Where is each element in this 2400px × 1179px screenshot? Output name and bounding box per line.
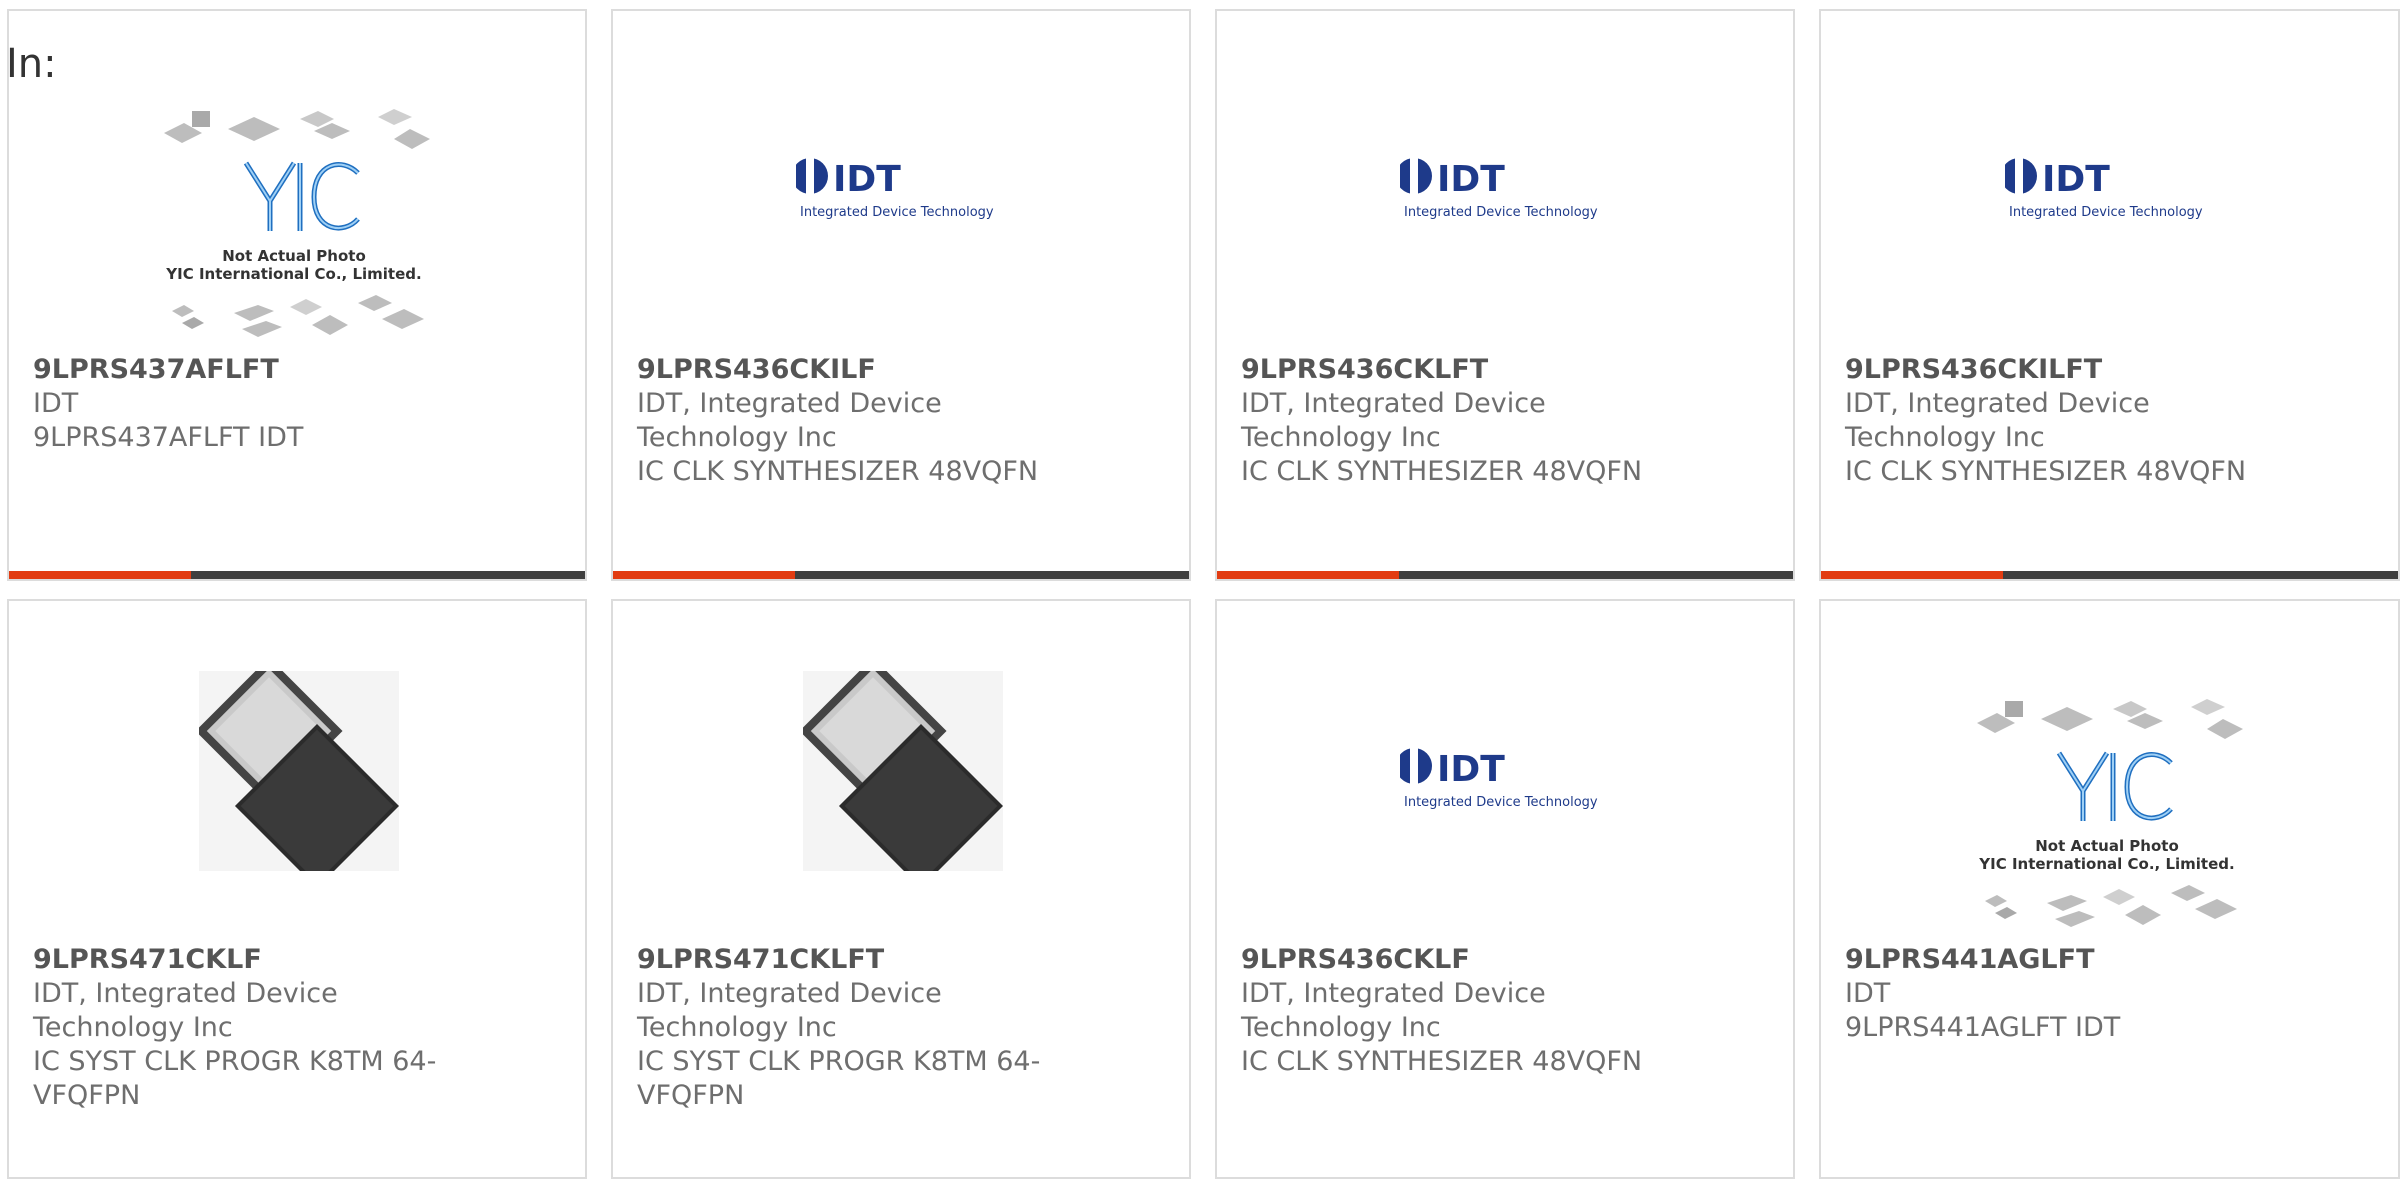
product-image[interactable] [9,601,585,946]
product-info: 9LPRS436CKLF IDT, Integrated Device Tech… [1241,943,1681,1079]
description-text: 9LPRS437AFLFT IDT [33,422,304,453]
card-accent-bar [613,571,795,579]
idt-logo-subtitle: Integrated Device Technology [1404,205,1598,220]
product-card[interactable]: IDT Integrated Device Technology 9LPRS43… [611,9,1191,581]
qfn-chip-image [803,671,1003,871]
product-image[interactable]: IDT Integrated Device Technology [1217,601,1793,946]
product-card[interactable]: Not Actual Photo YIC International Co., … [7,9,587,581]
manufacturer-text: IDT, Integrated Device Technology Inc [1241,978,1546,1043]
product-info: 9LPRS436CKLFT IDT, Integrated Device Tec… [1241,353,1681,489]
description-text: IC CLK SYNTHESIZER 48VQFN [1241,1046,1643,1077]
idt-logo-text: IDT [2042,159,2110,200]
qfn-chip-image [199,671,399,871]
product-info: 9LPRS441AGLFT IDT 9LPRS441AGLFT IDT [1845,943,2285,1045]
yic-placeholder-image: Not Actual Photo YIC International Co., … [1976,699,2243,927]
product-card[interactable]: 9LPRS471CKLF IDT, Integrated Device Tech… [7,599,587,1179]
yic-caption-line2: YIC International Co., Limited. [165,265,421,283]
description-text: 9LPRS441AGLFT IDT [1845,1012,2121,1043]
part-number-link[interactable]: 9LPRS436CKILF [637,353,1077,387]
idt-logo-image: IDT Integrated Device Technology [2004,158,2203,220]
idt-logo-image: IDT Integrated Device Technology [1400,748,1598,810]
description-text: IC CLK SYNTHESIZER 48VQFN [1241,456,1643,487]
description-text: IC SYST CLK PROGR K8TM 64-VFQFPN [637,1046,1041,1111]
manufacturer-text: IDT [1845,978,1891,1009]
part-number-link[interactable]: 9LPRS436CKILFT [1845,353,2285,387]
card-bottom-bar [9,571,585,579]
manufacturer-text: IDT, Integrated Device Technology Inc [1241,388,1546,453]
card-accent-bar [1217,571,1399,579]
manufacturer-text: IDT, Integrated Device Technology Inc [1845,388,2150,453]
yic-caption-line2: YIC International Co., Limited. [1978,855,2234,873]
idt-logo-image: IDT Integrated Device Technology [796,158,994,220]
product-info: 9LPRS471CKLF IDT, Integrated Device Tech… [33,943,473,1113]
yic-caption-line1: Not Actual Photo [222,247,366,265]
idt-logo-subtitle: Integrated Device Technology [1404,795,1598,810]
part-number-link[interactable]: 9LPRS441AGLFT [1845,943,2285,977]
product-card[interactable]: IDT Integrated Device Technology 9LPRS43… [1215,599,1795,1179]
part-number-link[interactable]: 9LPRS471CKLFT [637,943,1077,977]
part-number-link[interactable]: 9LPRS436CKLFT [1241,353,1681,387]
product-image[interactable] [613,601,1189,946]
product-info: 9LPRS436CKILFT IDT, Integrated Device Te… [1845,353,2285,489]
card-bottom-bar [613,571,1189,579]
product-image[interactable]: Not Actual Photo YIC International Co., … [1821,601,2398,946]
product-info: 9LPRS471CKLFT IDT, Integrated Device Tec… [637,943,1077,1113]
idt-logo-image: IDT Integrated Device Technology [1400,158,1598,220]
card-accent-bar [1821,571,2003,579]
yic-placeholder-image: Not Actual Photo YIC International Co., … [164,109,430,337]
manufacturer-text: IDT [33,388,79,419]
manufacturer-text: IDT, Integrated Device Technology Inc [637,388,942,453]
product-card[interactable]: IDT Integrated Device Technology 9LPRS43… [1215,9,1795,581]
part-number-link[interactable]: 9LPRS436CKLF [1241,943,1681,977]
idt-logo-subtitle: Integrated Device Technology [2009,205,2203,220]
product-card[interactable]: IDT Integrated Device Technology 9LPRS43… [1819,9,2400,581]
product-card[interactable]: 9LPRS471CKLFT IDT, Integrated Device Tec… [611,599,1191,1179]
product-image[interactable]: IDT Integrated Device Technology [1217,11,1793,356]
description-text: IC CLK SYNTHESIZER 48VQFN [637,456,1039,487]
product-image[interactable]: IDT Integrated Device Technology [1821,11,2398,356]
description-text: IC CLK SYNTHESIZER 48VQFN [1845,456,2247,487]
manufacturer-text: IDT, Integrated Device Technology Inc [637,978,942,1043]
idt-logo-text: IDT [1437,159,1505,200]
product-info: 9LPRS437AFLFT IDT 9LPRS437AFLFT IDT [33,353,473,455]
card-bottom-bar [1217,571,1793,579]
idt-logo-text: IDT [833,159,901,200]
card-accent-bar [9,571,191,579]
card-bottom-bar [1821,571,2398,579]
filter-in-label: In: [6,41,57,87]
description-text: IC SYST CLK PROGR K8TM 64-VFQFPN [33,1046,437,1111]
yic-caption-line1: Not Actual Photo [2035,837,2179,855]
idt-logo-subtitle: Integrated Device Technology [800,205,994,220]
part-number-link[interactable]: 9LPRS471CKLF [33,943,473,977]
part-number-link[interactable]: 9LPRS437AFLFT [33,353,473,387]
idt-logo-text: IDT [1437,749,1505,790]
manufacturer-text: IDT, Integrated Device Technology Inc [33,978,338,1043]
product-info: 9LPRS436CKILF IDT, Integrated Device Tec… [637,353,1077,489]
product-card[interactable]: Not Actual Photo YIC International Co., … [1819,599,2400,1179]
product-image[interactable]: IDT Integrated Device Technology [613,11,1189,356]
product-image[interactable]: Not Actual Photo YIC International Co., … [9,11,585,356]
product-grid: Not Actual Photo YIC International Co., … [7,9,2400,1179]
